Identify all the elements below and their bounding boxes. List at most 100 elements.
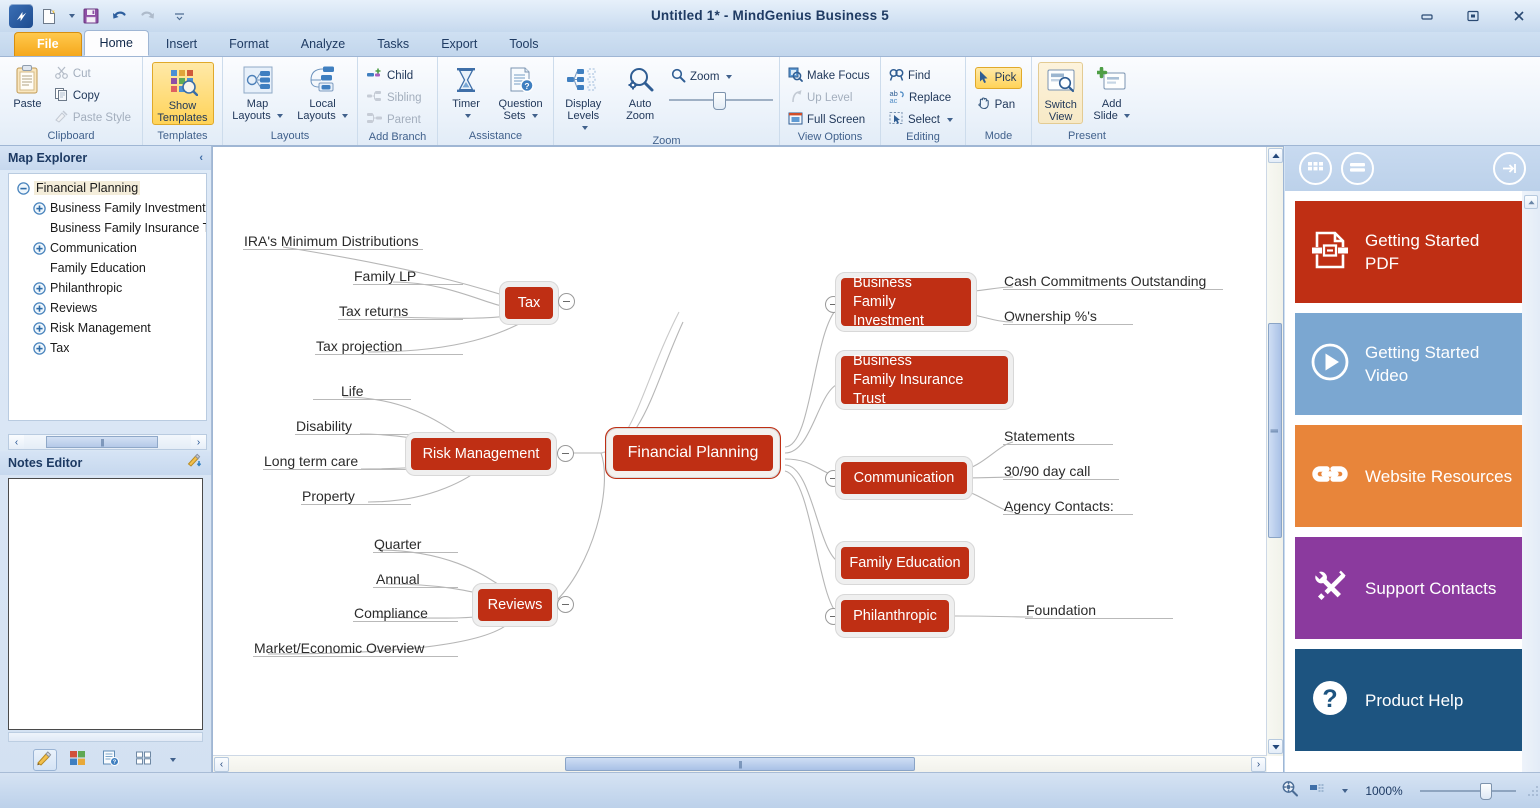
collapse-toggle-business-family-investment[interactable] xyxy=(825,296,842,313)
zoom-settings-icon[interactable] xyxy=(1281,780,1299,802)
tab-format[interactable]: Format xyxy=(214,33,284,56)
leaf-market-economic-overview[interactable]: Market/Economic Overview xyxy=(254,640,424,656)
copy-button[interactable]: Copy xyxy=(52,85,136,106)
chevron-left-icon[interactable]: ‹ xyxy=(199,146,203,170)
node-reviews[interactable]: Reviews xyxy=(478,589,552,621)
leaf-foundation[interactable]: Foundation xyxy=(1026,602,1096,618)
scroll-up-arrow[interactable] xyxy=(1524,195,1538,209)
pan-mode-button[interactable]: Pan xyxy=(975,94,1023,115)
cut-button[interactable]: Cut xyxy=(52,63,136,84)
tile-support-contacts[interactable]: Support Contacts xyxy=(1295,537,1522,639)
node-tax[interactable]: Tax xyxy=(505,287,553,319)
select-button[interactable]: Select xyxy=(887,109,958,130)
leaf-long-term-care[interactable]: Long term care xyxy=(264,453,358,469)
ribbon-zoom-slider[interactable] xyxy=(669,92,773,110)
leaf-tax-returns[interactable]: Tax returns xyxy=(339,303,408,319)
leaf-ira-minimum-distributions[interactable]: IRA's Minimum Distributions xyxy=(244,233,419,249)
tree-node-philanthropic[interactable]: Philanthropic xyxy=(13,278,206,298)
tree-node-business-family-insurance-trust[interactable]: Business Family Insurance T xyxy=(13,218,206,238)
timer-button[interactable]: Timer xyxy=(444,62,488,122)
notes-pencil-button[interactable] xyxy=(32,749,57,771)
tree-node-risk-management[interactable]: Risk Management xyxy=(13,318,206,338)
node-communication[interactable]: Communication xyxy=(841,462,967,494)
tab-file[interactable]: File xyxy=(14,32,82,56)
leaf-statements[interactable]: Statements xyxy=(1004,428,1075,444)
scroll-up-arrow[interactable] xyxy=(1268,148,1283,163)
map-explorer-tree[interactable]: Financial Planning Business Family Inves… xyxy=(8,173,207,421)
leaf-30-90-day-call[interactable]: 30/90 day call xyxy=(1004,463,1090,479)
zoom-slider-thumb[interactable] xyxy=(713,92,726,110)
leaf-ownership-percents[interactable]: Ownership %'s xyxy=(1004,308,1097,324)
grid-view-icon[interactable] xyxy=(1299,152,1332,185)
paste-button[interactable]: Paste xyxy=(6,62,49,110)
notes-question-button[interactable]: ? xyxy=(99,749,123,771)
canvas-vertical-scrollbar[interactable]: ||| xyxy=(1266,147,1283,756)
leaf-property[interactable]: Property xyxy=(302,488,355,504)
add-child-button[interactable]: Child xyxy=(364,65,427,86)
list-view-icon[interactable] xyxy=(1341,152,1374,185)
scroll-left-arrow[interactable]: ‹ xyxy=(214,756,229,772)
find-button[interactable]: Find xyxy=(887,65,958,86)
scroll-down-arrow[interactable] xyxy=(1268,739,1283,754)
canvas-hscroll-thumb[interactable]: ||| xyxy=(565,757,915,771)
expand-plus-icon[interactable] xyxy=(33,281,46,295)
tile-getting-started-pdf[interactable]: Getting Started PDF xyxy=(1295,201,1522,303)
notes-editor-textarea[interactable] xyxy=(8,478,203,730)
tree-node-financial-planning[interactable]: Financial Planning xyxy=(13,178,206,198)
map-layouts-button[interactable]: Map Layouts xyxy=(229,62,286,122)
resize-grip-icon[interactable] xyxy=(1526,784,1540,798)
notes-grid-button[interactable] xyxy=(132,749,156,771)
leaf-annual[interactable]: Annual xyxy=(376,571,420,587)
notes-more-button[interactable] xyxy=(165,749,179,771)
notes-horizontal-scrollbar[interactable] xyxy=(8,732,203,742)
canvas-horizontal-scrollbar[interactable]: ‹ ||| › xyxy=(213,755,1267,772)
leaf-cash-commitments-outstanding[interactable]: Cash Commitments Outstanding xyxy=(1004,273,1206,289)
auto-zoom-button[interactable]: Auto Zoom xyxy=(621,62,659,122)
question-sets-button[interactable]: ? Question Sets xyxy=(494,62,547,122)
paste-style-button[interactable]: Paste Style xyxy=(52,107,136,128)
node-family-education[interactable]: Family Education xyxy=(841,547,969,579)
tree-node-tax[interactable]: Tax xyxy=(13,338,206,358)
tree-node-communication[interactable]: Communication xyxy=(13,238,206,258)
leaf-compliance[interactable]: Compliance xyxy=(354,605,428,621)
tile-website-resources[interactable]: Website Resources xyxy=(1295,425,1522,527)
pick-mode-button[interactable]: Pick xyxy=(974,67,1023,89)
tree-node-family-education[interactable]: Family Education xyxy=(13,258,206,278)
tab-tasks[interactable]: Tasks xyxy=(362,33,424,56)
make-focus-button[interactable]: Make Focus xyxy=(786,65,875,86)
leaf-disability[interactable]: Disability xyxy=(296,418,352,434)
chevron-down-icon[interactable] xyxy=(1342,788,1348,793)
mind-map-canvas[interactable]: IRA's Minimum Distributions Family LP Ta… xyxy=(213,147,1267,756)
collapse-toggle-reviews[interactable] xyxy=(557,596,574,613)
tree-horizontal-scrollbar[interactable]: ‹ ||| › xyxy=(8,434,207,450)
right-panel-scrollbar[interactable] xyxy=(1522,191,1540,773)
tree-node-reviews[interactable]: Reviews xyxy=(13,298,206,318)
tree-node-business-family-investment[interactable]: Business Family Investment xyxy=(13,198,206,218)
expand-plus-icon[interactable] xyxy=(33,341,46,355)
pencil-down-icon[interactable] xyxy=(187,451,203,475)
leaf-life[interactable]: Life xyxy=(341,383,364,399)
collapse-panel-icon[interactable] xyxy=(1493,152,1526,185)
collapse-minus-icon[interactable] xyxy=(17,181,30,195)
up-level-button[interactable]: Up Level xyxy=(786,87,875,108)
tab-home[interactable]: Home xyxy=(83,30,149,56)
tab-insert[interactable]: Insert xyxy=(151,33,212,56)
node-root-financial-planning[interactable]: Financial Planning xyxy=(613,435,773,471)
restore-button[interactable] xyxy=(1458,4,1488,28)
leaf-family-lp[interactable]: Family LP xyxy=(354,268,416,284)
scroll-right-arrow[interactable]: › xyxy=(1251,756,1266,772)
status-zoom-slider[interactable] xyxy=(1420,782,1516,800)
view-mode-icon[interactable] xyxy=(1309,781,1329,800)
tile-getting-started-video[interactable]: Getting Started Video xyxy=(1295,313,1522,415)
tab-tools[interactable]: Tools xyxy=(494,33,553,56)
collapse-toggle-philanthropic[interactable] xyxy=(825,608,842,625)
canvas-vscroll-thumb[interactable]: ||| xyxy=(1268,323,1282,538)
switch-view-button[interactable]: Switch View xyxy=(1038,62,1084,124)
leaf-quarter[interactable]: Quarter xyxy=(374,536,421,552)
show-templates-button[interactable]: Show Templates xyxy=(151,62,214,125)
display-levels-button[interactable]: Display Levels xyxy=(560,62,607,134)
collapse-toggle-tax[interactable] xyxy=(558,293,575,310)
expand-plus-icon[interactable] xyxy=(33,301,46,315)
tree-scroll-thumb[interactable]: ||| xyxy=(46,436,158,448)
full-screen-button[interactable]: Full Screen xyxy=(786,109,875,130)
